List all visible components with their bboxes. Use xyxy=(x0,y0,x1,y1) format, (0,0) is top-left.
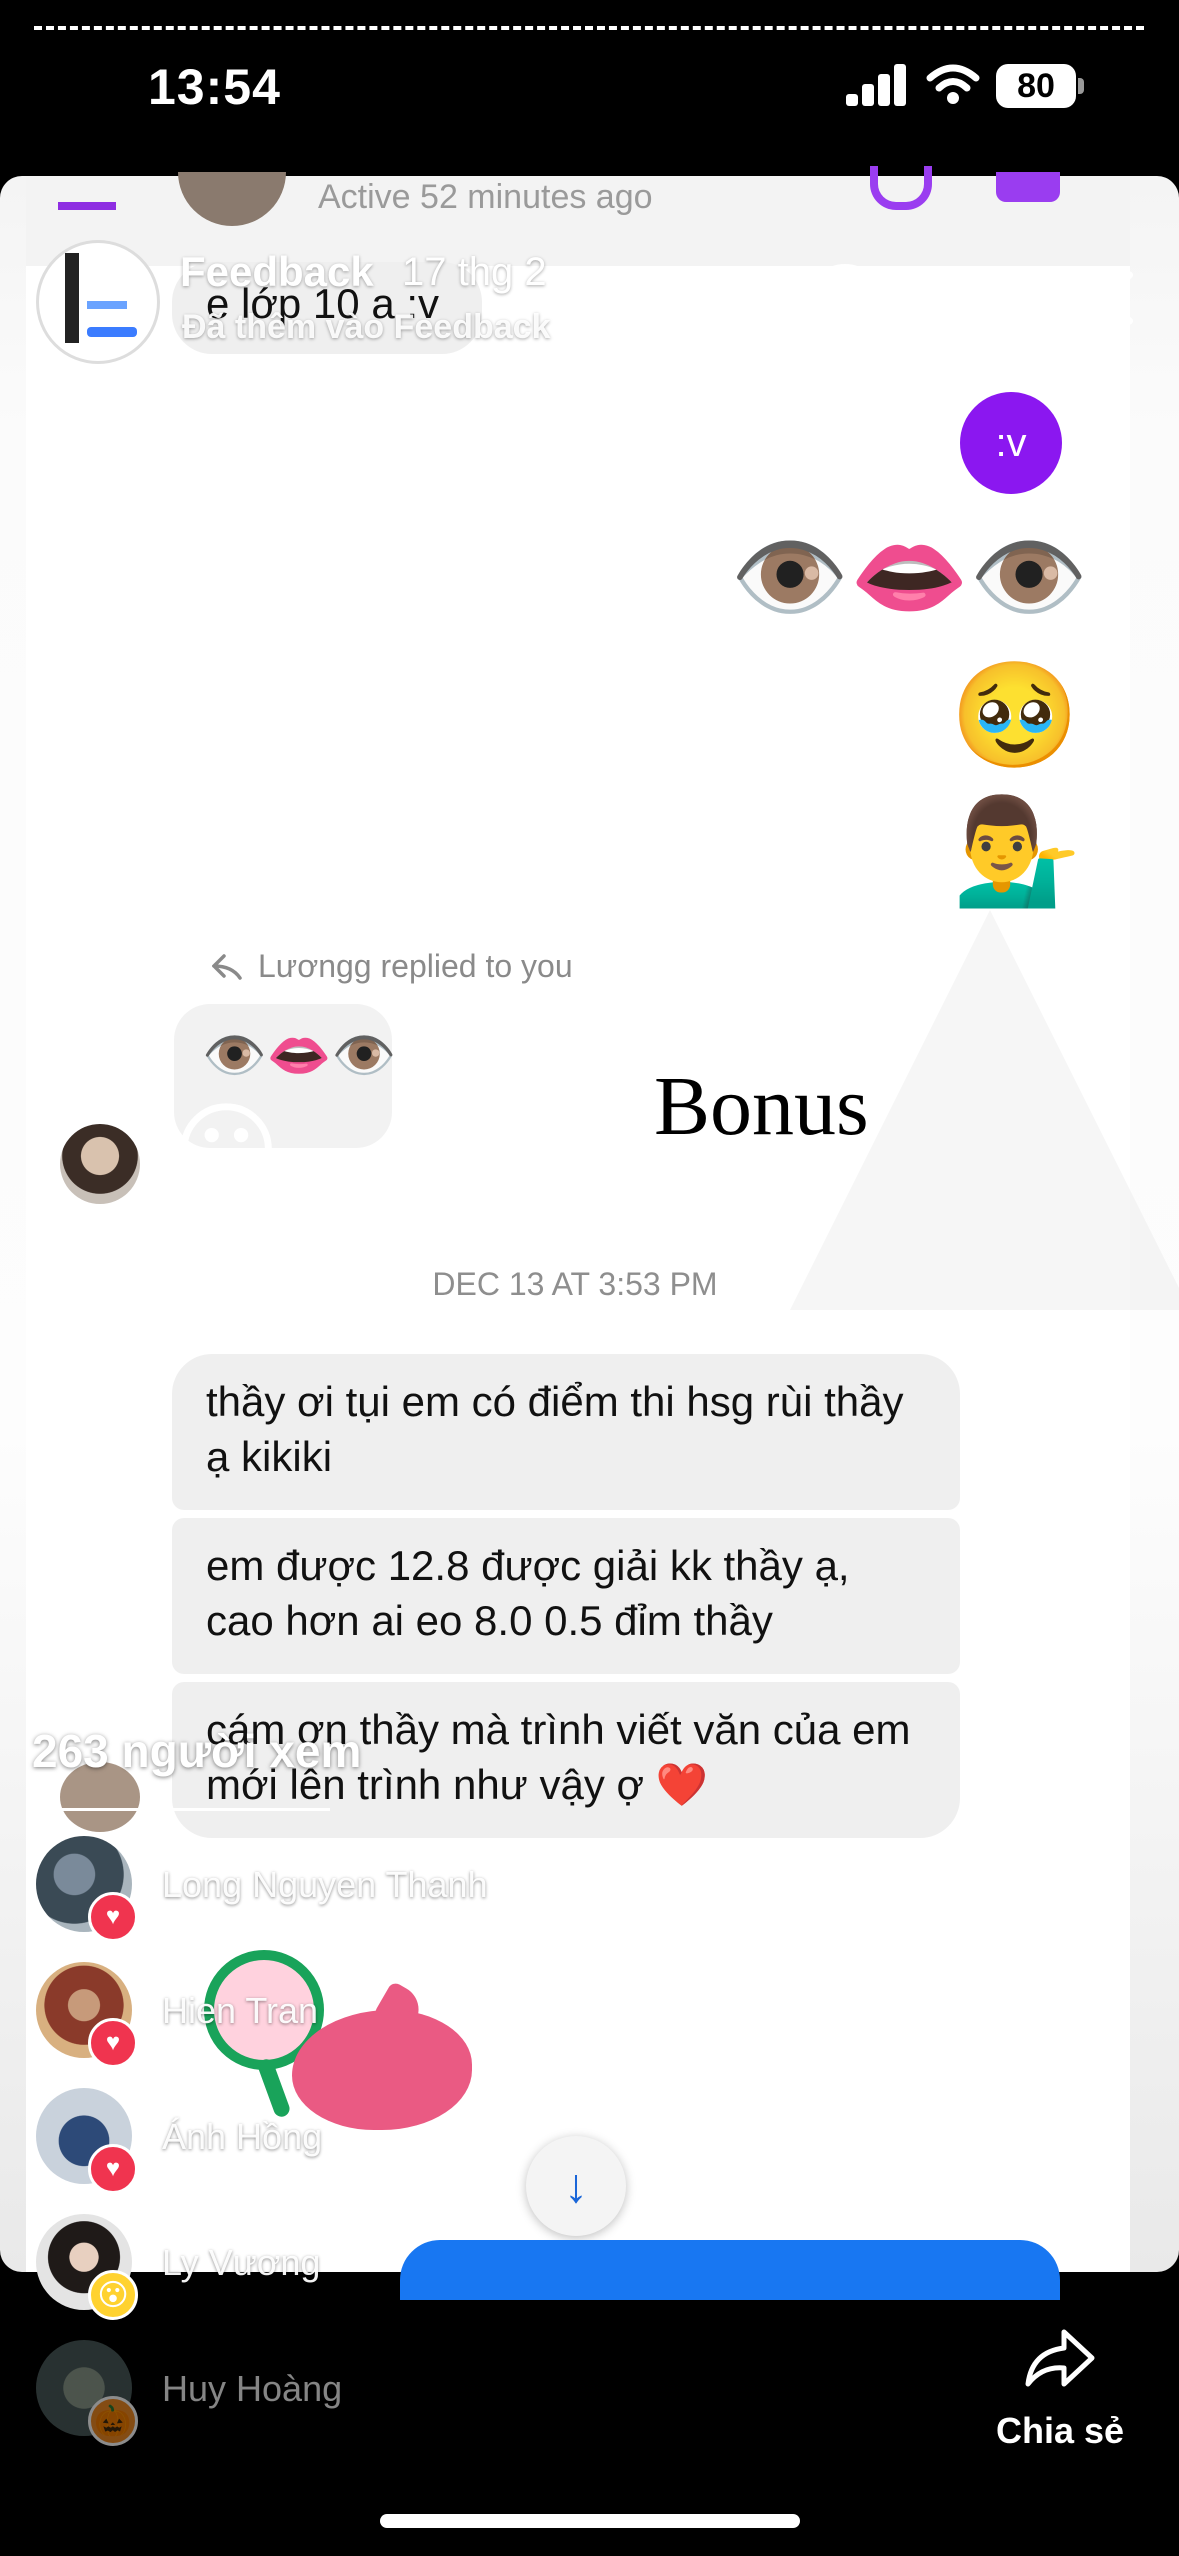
status-time: 13:54 xyxy=(148,59,281,115)
highlight-thumbnail[interactable] xyxy=(36,240,160,364)
video-call-icon xyxy=(996,172,1060,202)
viewer-name: Hien Tran xyxy=(162,1990,319,2031)
add-to-highlight-button[interactable] xyxy=(808,264,882,338)
man-tipping-hand-emoji-message: 💁‍♂️ xyxy=(952,794,1082,910)
holding-tears-emoji-message: 🥹 xyxy=(950,658,1080,774)
quoted-emoji: 👁️👄👁️ xyxy=(202,1027,397,1085)
story-progress-bar xyxy=(34,26,1144,30)
viewer-count[interactable]: 263 người xem xyxy=(32,1724,361,1778)
back-arrow-icon xyxy=(58,182,116,210)
pumpkin-reaction-icon: 🎃 xyxy=(88,2396,138,2446)
viewer-count-underline xyxy=(30,1808,330,1811)
viewer-name: Huy Hoàng xyxy=(162,2368,343,2409)
cellular-signal-icon xyxy=(846,62,906,106)
viewer-row[interactable]: ♥ Ánh Hồng xyxy=(36,2088,536,2194)
viewer-name: Long Nguyen Thanh xyxy=(162,1864,488,1905)
home-indicator xyxy=(380,2514,800,2528)
highlight-link[interactable]: Đã thêm vào Feedback xyxy=(182,308,550,347)
received-message-bubble: em được 12.8 được giải kk thầy ạ, cao hơ… xyxy=(172,1518,960,1674)
viewer-row[interactable]: ♥ Long Nguyen Thanh xyxy=(36,1836,536,1942)
message-timestamp: DEC 13 AT 3:53 PM xyxy=(432,1266,718,1302)
received-message-bubble: thầy ơi tụi em có điểm thi hsg rùi thầy … xyxy=(172,1354,960,1510)
phone-icon xyxy=(870,166,932,210)
bonus-text-overlay: Bonus xyxy=(654,1060,869,1153)
heart-reaction-icon: ♥ xyxy=(88,1892,138,1942)
sender-avatar xyxy=(60,1124,140,1204)
viewer-row[interactable]: 😮 Ly Vương xyxy=(36,2214,536,2320)
reply-arrow-icon xyxy=(212,954,242,980)
heart-reaction-icon: ♥ xyxy=(88,2144,138,2194)
replied-label: Lươngg replied to you xyxy=(258,948,573,984)
close-button[interactable] xyxy=(1076,268,1136,328)
viewer-row[interactable]: ♥ Hien Tran xyxy=(36,1962,536,2068)
viewer-name: Ly Vương xyxy=(162,2242,321,2283)
grinning-emoji-message: 😀 xyxy=(172,1094,281,1210)
viewer-row[interactable]: 🎃 Huy Hoàng xyxy=(36,2340,536,2446)
battery-icon: 80 xyxy=(996,64,1076,108)
eyes-lips-emoji-message: 👁️👄👁️ xyxy=(730,524,1089,631)
viewer-name: Ánh Hồng xyxy=(162,2116,323,2157)
story-title[interactable]: Feedback xyxy=(180,248,374,296)
wifi-icon xyxy=(926,64,980,104)
story-date: 17 thg 2 xyxy=(402,250,547,294)
wow-reaction-icon: 😮 xyxy=(88,2270,138,2320)
battery-tip xyxy=(1078,78,1084,94)
scroll-down-button: ↓ xyxy=(526,2136,626,2236)
share-button-label[interactable]: Chia sẻ xyxy=(996,2410,1124,2452)
heart-reaction-icon: ♥ xyxy=(88,2018,138,2068)
share-icon[interactable] xyxy=(1022,2322,1098,2398)
more-options-button[interactable] xyxy=(944,290,1010,304)
active-status: Active 52 minutes ago xyxy=(318,178,653,216)
sent-message-bubble: :v xyxy=(960,392,1062,494)
